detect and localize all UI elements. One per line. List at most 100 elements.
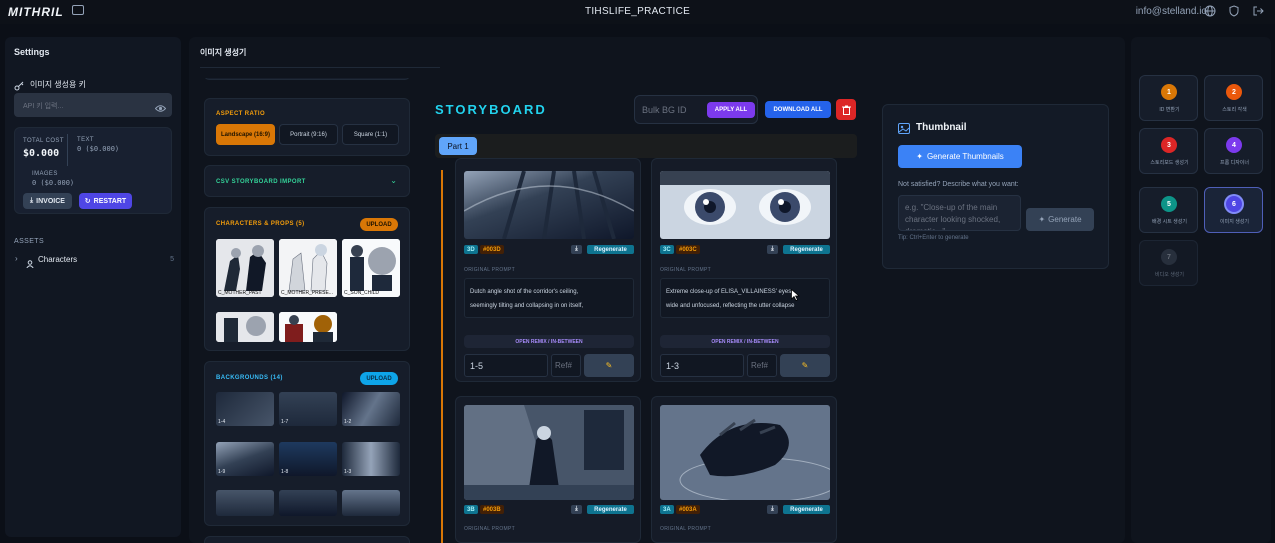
- step-card-2[interactable]: 2 스토리 각색: [1204, 75, 1263, 121]
- background-thumb[interactable]: 1-7: [279, 392, 337, 426]
- step-card-4[interactable]: 4 프롬 디자이너: [1204, 128, 1263, 174]
- prompt-box[interactable]: Extreme close-up of ELISA_VILLAINESS' ey…: [660, 278, 830, 318]
- bg-id-value: 1-3: [666, 361, 680, 371]
- storyboard-title: STORYBOARD: [435, 102, 547, 117]
- character-thumb[interactable]: [279, 312, 337, 342]
- download-all-button[interactable]: DOWNLOAD ALL: [765, 101, 831, 118]
- aspect-landscape-button[interactable]: Landscape (16:9): [216, 124, 275, 145]
- character-thumb[interactable]: C_MOTHER_PAST: [216, 239, 274, 297]
- download-icon[interactable]: ⤓: [571, 505, 582, 514]
- apply-all-button[interactable]: APPLY ALL: [707, 102, 755, 118]
- total-cost-label: TOTAL COST: [23, 138, 64, 144]
- regenerate-button[interactable]: Regenerate: [587, 245, 634, 254]
- shield-icon[interactable]: [1228, 5, 1240, 17]
- step-number: 1: [1161, 84, 1177, 100]
- download-icon[interactable]: ⤓: [571, 245, 582, 254]
- shot-image[interactable]: [660, 171, 830, 239]
- generate-thumbnails-button[interactable]: ✦ Generate Thumbnails: [898, 145, 1022, 168]
- backgrounds-title: BACKGROUNDS (14): [216, 375, 283, 381]
- shot-card: 3D #003D ⤓ Regenerate ORIGINAL PROMPT Du…: [455, 158, 641, 382]
- step-card-1[interactable]: 1 ID 변환기: [1139, 75, 1198, 121]
- chevron-right-icon: ›: [15, 254, 18, 263]
- prompt-text: Extreme close-up of ELISA_VILLAINESS' ey…: [666, 289, 793, 295]
- pencil-icon[interactable]: ✎: [584, 354, 634, 377]
- step-label: 스토리보드 생성기: [1150, 160, 1189, 166]
- restart-button[interactable]: ↻ RESTART: [79, 193, 132, 209]
- generate-button[interactable]: ✦ Generate: [1026, 208, 1094, 231]
- background-label: 1-7: [281, 419, 289, 425]
- api-key-input[interactable]: API 키 입력...: [14, 93, 172, 117]
- thumbnail-prompt-textarea[interactable]: e.g. "Close-up of the main character loo…: [898, 195, 1021, 231]
- original-prompt-label: ORIGINAL PROMPT: [464, 526, 515, 532]
- background-thumb[interactable]: [216, 490, 274, 516]
- step-label: 배경 시트 생성기: [1152, 219, 1187, 225]
- background-thumb[interactable]: 1-9: [216, 442, 274, 476]
- image-icon: [898, 121, 910, 139]
- tab-part-1[interactable]: Part 1: [439, 137, 477, 155]
- logout-icon[interactable]: [1252, 5, 1264, 17]
- open-remix-button[interactable]: OPEN REMIX / IN-BETWEEN: [464, 335, 634, 348]
- aspect-portrait-button[interactable]: Portrait (9:16): [279, 124, 338, 145]
- prompt-text: Dutch angle shot of the corridor's ceili…: [470, 289, 579, 295]
- background-label: 1-3: [344, 469, 352, 475]
- shot-image[interactable]: [660, 405, 830, 500]
- step-number: 2: [1226, 84, 1242, 100]
- step-card-7[interactable]: 7 비디오 생성기: [1139, 240, 1198, 286]
- step-label: 스토리 각색: [1222, 107, 1247, 113]
- thumbnail-panel: Thumbnail ✦ Generate Thumbnails Not satis…: [882, 104, 1109, 269]
- background-thumb[interactable]: [342, 490, 400, 516]
- prompt-box[interactable]: Dutch angle shot of the corridor's ceili…: [464, 278, 634, 318]
- eye-icon[interactable]: [154, 100, 167, 118]
- download-icon[interactable]: ⤓: [767, 505, 778, 514]
- csv-import-card[interactable]: CSV STORYBOARD IMPORT ⌄: [204, 165, 410, 197]
- background-thumb[interactable]: 1-4: [216, 392, 274, 426]
- shot-image[interactable]: [464, 171, 634, 239]
- background-thumb[interactable]: 1-3: [342, 442, 400, 476]
- background-thumb[interactable]: [279, 490, 337, 516]
- download-icon[interactable]: ⤓: [767, 245, 778, 254]
- step-number: 4: [1226, 137, 1242, 153]
- bg-id-input[interactable]: 1-3: [660, 354, 744, 377]
- shot-number: 3B: [464, 505, 478, 514]
- background-thumb[interactable]: 1-2: [342, 392, 400, 426]
- assets-characters-row[interactable]: › Characters 5: [14, 253, 174, 269]
- pencil-icon[interactable]: ✎: [780, 354, 830, 377]
- shot-image[interactable]: [464, 405, 634, 500]
- characters-upload-button[interactable]: UPLOAD: [360, 218, 398, 231]
- background-thumb[interactable]: 1-8: [279, 442, 337, 476]
- user-icon: [26, 255, 34, 273]
- bg-id-value: 1-5: [470, 361, 484, 371]
- divider: [67, 134, 68, 166]
- divider: [200, 67, 440, 68]
- ref-placeholder: Ref#: [555, 361, 572, 370]
- backgrounds-card: BACKGROUNDS (14) UPLOAD 1-4 1-7 1-2 1-9 …: [204, 361, 410, 526]
- open-remix-button[interactable]: OPEN REMIX / IN-BETWEEN: [660, 335, 830, 348]
- aspect-square-button[interactable]: Square (1:1): [342, 124, 399, 145]
- regenerate-button[interactable]: Regenerate: [587, 505, 634, 514]
- cost-card: TOTAL COST $0.000 TEXT 0 ($0.000) IMAGES…: [14, 127, 172, 214]
- character-thumb[interactable]: C_SON_CHILD: [342, 239, 400, 297]
- regenerate-button[interactable]: Regenerate: [783, 505, 830, 514]
- bg-id-input[interactable]: 1-5: [464, 354, 548, 377]
- ref-input[interactable]: Ref#: [747, 354, 777, 377]
- ref-input[interactable]: Ref#: [551, 354, 581, 377]
- restart-icon: ↻: [84, 198, 91, 205]
- background-label: 1-9: [218, 469, 226, 475]
- bulk-bg-input[interactable]: Bulk BG ID: [642, 105, 687, 115]
- sparkle-icon: ✦: [916, 152, 923, 161]
- regenerate-button[interactable]: Regenerate: [783, 245, 830, 254]
- step-card-5[interactable]: 5 배경 시트 생성기: [1139, 187, 1198, 233]
- total-cost-value: $0.000: [23, 148, 60, 159]
- step-card-3[interactable]: 3 스토리보드 생성기: [1139, 128, 1198, 174]
- globe-icon[interactable]: [1204, 5, 1216, 17]
- character-thumb[interactable]: [216, 312, 274, 342]
- chevron-down-icon: ⌄: [390, 176, 397, 185]
- backgrounds-upload-button[interactable]: UPLOAD: [360, 372, 398, 385]
- invoice-button[interactable]: ⤓ INVOICE: [23, 193, 72, 209]
- character-thumb[interactable]: C_MOTHER_PRESE...: [279, 239, 337, 297]
- trash-icon[interactable]: [836, 99, 856, 120]
- settings-panel: Settings 이미지 생성용 키 API 키 입력... TOTAL COS…: [5, 37, 181, 537]
- step-card-6[interactable]: 6 이미지 생성기: [1204, 187, 1263, 233]
- part-tabs: Part 1: [435, 134, 857, 158]
- step-label: 비디오 생성기: [1155, 272, 1184, 278]
